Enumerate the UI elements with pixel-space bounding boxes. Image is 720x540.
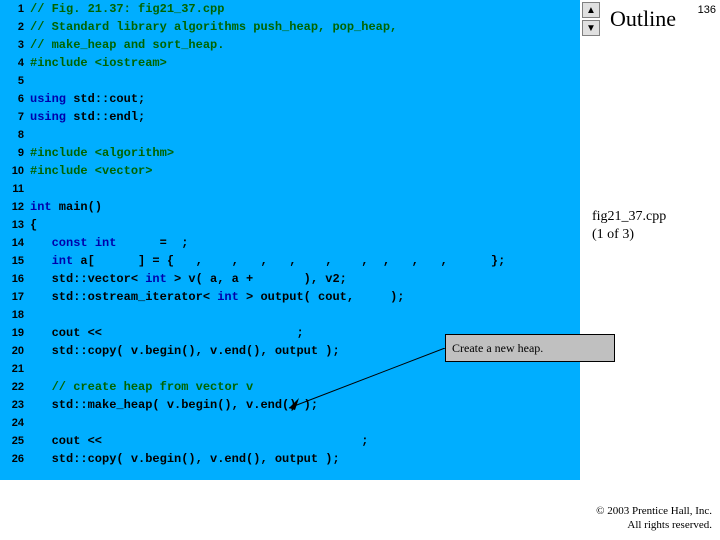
code-line: 21 [0, 360, 580, 378]
code-line: 26 std::copy( v.begin(), v.end(), output… [0, 450, 580, 468]
copyright-line-1: © 2003 Prentice Hall, Inc. [596, 505, 712, 517]
nav-button-group: ▲ ▼ [582, 2, 602, 38]
code-text: std::make_heap( v.begin(), v.end() ); [30, 396, 318, 414]
line-number: 23 [0, 396, 30, 414]
code-text: std::copy( v.begin(), v.end(), output ); [30, 450, 340, 468]
code-line: 22 // create heap from vector v [0, 378, 580, 396]
code-line: 17 std::ostream_iterator< int > output( … [0, 288, 580, 306]
line-number: 14 [0, 234, 30, 252]
code-text: std::vector< int > v( a, a + ), v2; [30, 270, 347, 288]
code-text: using std::endl; [30, 108, 145, 126]
code-text: // make_heap and sort_heap. [30, 36, 224, 54]
code-line: 7using std::endl; [0, 108, 580, 126]
code-text: std::copy( v.begin(), v.end(), output ); [30, 342, 340, 360]
chevron-down-icon: ▼ [586, 23, 596, 34]
line-number: 15 [0, 252, 30, 270]
figure-label: fig21_37.cpp (1 of 3) [592, 208, 666, 244]
code-line: 5 [0, 72, 580, 90]
figure-part: (1 of 3) [592, 227, 634, 242]
code-text: // create heap from vector v [30, 378, 253, 396]
code-text: cout << ; [30, 432, 368, 450]
code-line: 3// make_heap and sort_heap. [0, 36, 580, 54]
line-number: 17 [0, 288, 30, 306]
line-number: 24 [0, 414, 30, 432]
line-number: 21 [0, 360, 30, 378]
line-number: 10 [0, 162, 30, 180]
callout-box: Create a new heap. [445, 334, 615, 362]
code-line: 9#include <algorithm> [0, 144, 580, 162]
code-line: 12int main() [0, 198, 580, 216]
line-number: 12 [0, 198, 30, 216]
code-line: 18 [0, 306, 580, 324]
nav-up-button[interactable]: ▲ [582, 2, 600, 18]
slide: 1// Fig. 21.37: fig21_37.cpp2// Standard… [0, 0, 720, 540]
line-number: 25 [0, 432, 30, 450]
line-number: 18 [0, 306, 30, 324]
code-text: int main() [30, 198, 102, 216]
code-text: #include <algorithm> [30, 144, 174, 162]
line-number: 6 [0, 90, 30, 108]
code-line: 1// Fig. 21.37: fig21_37.cpp [0, 0, 580, 18]
code-text: // Standard library algorithms push_heap… [30, 18, 397, 36]
code-line: 6using std::cout; [0, 90, 580, 108]
code-line: 4#include <iostream> [0, 54, 580, 72]
copyright-line-2: All rights reserved. [627, 519, 712, 531]
line-number: 3 [0, 36, 30, 54]
code-line: 13{ [0, 216, 580, 234]
nav-down-button[interactable]: ▼ [582, 20, 600, 36]
line-number: 4 [0, 54, 30, 72]
copyright-block: © 2003 Prentice Hall, Inc. All rights re… [596, 504, 712, 532]
line-number: 7 [0, 108, 30, 126]
line-number: 5 [0, 72, 30, 90]
code-line: 23 std::make_heap( v.begin(), v.end() ); [0, 396, 580, 414]
line-number: 8 [0, 126, 30, 144]
callout-text: Create a new heap. [452, 341, 543, 356]
code-line: 11 [0, 180, 580, 198]
line-number: 13 [0, 216, 30, 234]
code-text: cout << ; [30, 324, 304, 342]
code-text: // Fig. 21.37: fig21_37.cpp [30, 0, 224, 18]
code-line: 2// Standard library algorithms push_hea… [0, 18, 580, 36]
line-number: 22 [0, 378, 30, 396]
code-line: 24 [0, 414, 580, 432]
code-text: #include <iostream> [30, 54, 167, 72]
line-number: 11 [0, 180, 30, 198]
figure-filename: fig21_37.cpp [592, 209, 666, 224]
code-line: 25 cout << ; [0, 432, 580, 450]
code-text: using std::cout; [30, 90, 145, 108]
line-number: 9 [0, 144, 30, 162]
code-text: const int = ; [30, 234, 188, 252]
code-line: 14 const int = ; [0, 234, 580, 252]
line-number: 2 [0, 18, 30, 36]
line-number: 1 [0, 0, 30, 18]
code-line: 15 int a[ ] = { , , , , , , , , , }; [0, 252, 580, 270]
chevron-up-icon: ▲ [586, 5, 596, 16]
outline-heading: Outline [610, 6, 676, 32]
line-number: 16 [0, 270, 30, 288]
code-line: 10#include <vector> [0, 162, 580, 180]
line-number: 20 [0, 342, 30, 360]
code-text: { [30, 216, 37, 234]
code-line: 8 [0, 126, 580, 144]
code-area: 1// Fig. 21.37: fig21_37.cpp2// Standard… [0, 0, 580, 480]
code-text: int a[ ] = { , , , , , , , , , }; [30, 252, 505, 270]
line-number: 19 [0, 324, 30, 342]
code-text: #include <vector> [30, 162, 152, 180]
page-number: 136 [698, 4, 716, 16]
code-text: std::ostream_iterator< int > output( cou… [30, 288, 404, 306]
line-number: 26 [0, 450, 30, 468]
code-line: 16 std::vector< int > v( a, a + ), v2; [0, 270, 580, 288]
